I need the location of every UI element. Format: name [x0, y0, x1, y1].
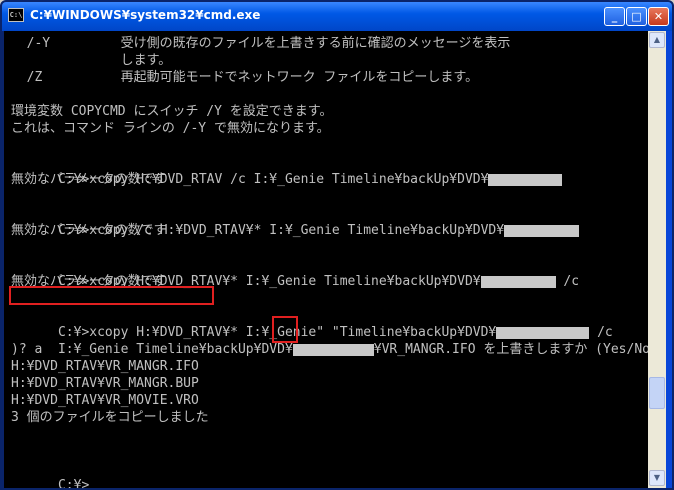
- redaction-bar: [488, 173, 563, 186]
- scroll-thumb[interactable]: [649, 377, 665, 409]
- prompt-line[interactable]: C:¥>: [11, 460, 97, 488]
- window-frame-right: [666, 31, 672, 488]
- prompt-text: C:¥>: [57, 478, 90, 488]
- console-line: C:¥>xcopy H:¥DVD_RTAV /c I:¥_Genie Timel…: [11, 154, 563, 187]
- redaction-bar: [504, 224, 580, 237]
- error-highlight-box: [9, 286, 214, 305]
- console-line: H:¥DVD_RTAV¥VR_MOVIE.VRO: [11, 393, 199, 408]
- error-line: 無効なパラメータの数です: [11, 172, 167, 187]
- redaction-bar: [480, 275, 556, 288]
- console-line: 3 個のファイルをコピーしました: [11, 410, 209, 425]
- error-line: 無効なパラメータの数です: [11, 223, 167, 238]
- console-output[interactable]: /-Y 受け側の既存のファイルを上書きする前に確認のメッセージを表示 します。 …: [4, 31, 648, 488]
- command-prompt-icon[interactable]: C:\: [8, 8, 24, 22]
- minimize-button[interactable]: _: [604, 7, 625, 26]
- command-switch: /c: [555, 274, 580, 289]
- title-bar[interactable]: C:\ C:¥WINDOWS¥system32¥cmd.exe _ □ ✕: [2, 2, 672, 31]
- console-line: H:¥DVD_RTAV¥VR_MANGR.IFO: [11, 359, 199, 374]
- scroll-up-button[interactable]: ▲: [649, 32, 665, 48]
- overwrite-prompt: ¥VR_MANGR.IFO を上書きしますか (Yes/No/A: [373, 342, 648, 357]
- console-line: します。: [11, 53, 172, 68]
- console-line: C:¥>xcopy /c H:¥DVD_RTAV¥* I:¥_Genie Tim…: [11, 205, 580, 238]
- console-line: これは、コマンド ラインの /-Y で無効になります。: [11, 121, 330, 136]
- vertical-scrollbar[interactable]: ▲ ▼: [648, 31, 666, 488]
- window-title: C:¥WINDOWS¥system32¥cmd.exe: [30, 8, 261, 22]
- console-line: /-Y 受け側の既存のファイルを上書きする前に確認のメッセージを表示: [11, 36, 511, 51]
- prompt-path: I:¥_Genie Timeline¥backUp¥DVD¥: [57, 342, 293, 357]
- redaction-bar: [292, 343, 374, 356]
- cmd-window: C:\ C:¥WINDOWS¥system32¥cmd.exe _ □ ✕ /-…: [0, 0, 674, 490]
- console-line: )? a: [11, 342, 43, 357]
- console-line: 環境変数 COPYCMD にスイッチ /Y を設定できます。: [11, 104, 333, 119]
- console-line: C:¥>xcopy H:¥DVD_RTAV¥* I:¥_Genie Timeli…: [11, 256, 579, 289]
- scroll-down-button[interactable]: ▼: [649, 470, 665, 486]
- console-line: H:¥DVD_RTAV¥VR_MANGR.BUP: [11, 376, 199, 391]
- console-line: I:¥_Genie Timeline¥backUp¥DVD¥ ¥VR_MANGR.…: [11, 324, 648, 357]
- console-line: /Z 再起動可能モードでネットワーク ファイルをコピーします。: [11, 70, 479, 85]
- console-line: C:¥>xcopy H:¥DVD_RTAV¥* I:¥_Genie" "Time…: [11, 307, 613, 340]
- maximize-button[interactable]: □: [626, 7, 647, 26]
- quote-highlight-box: [272, 316, 298, 343]
- close-button[interactable]: ✕: [648, 7, 669, 26]
